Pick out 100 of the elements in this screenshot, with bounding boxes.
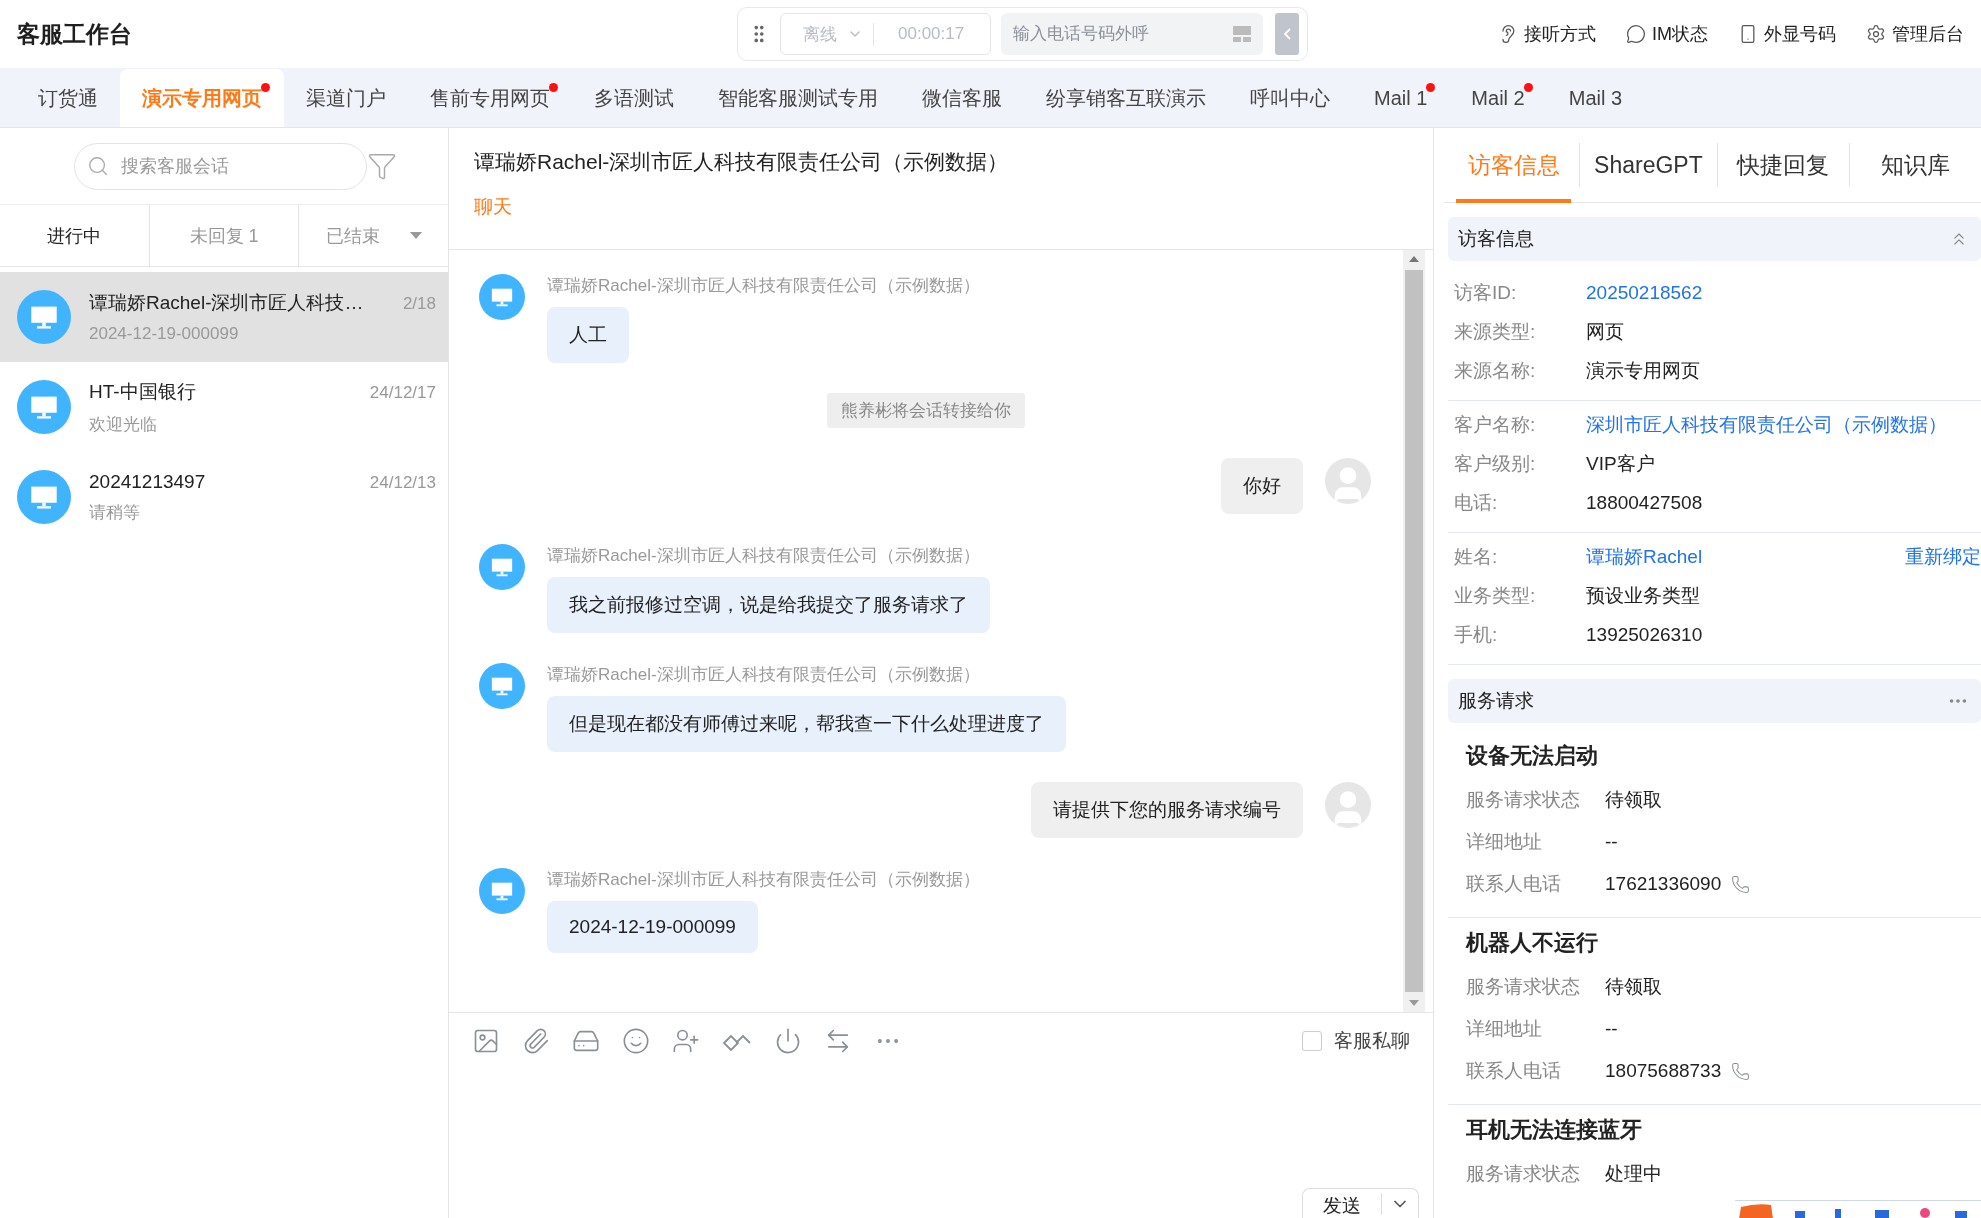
channel-tab[interactable]: 智能客服测试专用 — [696, 69, 900, 127]
message-bubble: 2024-12-19-000099 — [547, 901, 758, 953]
field-value: 网页 — [1586, 319, 1624, 344]
field-label: 客户名称: — [1454, 412, 1537, 437]
panel-tab[interactable]: 快捷回复 — [1725, 128, 1841, 203]
field-label: 手机: — [1454, 622, 1499, 647]
phone-call-icon[interactable] — [1731, 874, 1751, 894]
message-input-area[interactable]: 发送 — [449, 1068, 1433, 1218]
field-label: 业务类型: — [1454, 583, 1537, 608]
phone-call-icon[interactable] — [1731, 1061, 1751, 1081]
paperclip-icon[interactable] — [522, 1026, 550, 1055]
conversation-preview: 2024-12-19-000099 — [89, 324, 240, 344]
channel-tab[interactable]: 多语测试 — [572, 69, 696, 127]
field-value: 18800427508 — [1586, 491, 1703, 514]
channel-tab[interactable]: Mail 2 — [1449, 69, 1547, 127]
conversation-date: 2/18 — [402, 294, 436, 314]
conversation-name: 谭瑞娇Rachel-深圳市匠人科技… — [89, 291, 364, 315]
field-value: -- — [1605, 1018, 1618, 1040]
channel-tab[interactable]: 售前专用网页 — [408, 69, 572, 127]
private-chat-checkbox[interactable]: 客服私聊 — [1302, 1027, 1410, 1054]
rebind-link[interactable]: 重新绑定 — [1905, 543, 1981, 570]
field-label: 电话: — [1454, 490, 1499, 515]
channel-tab[interactable]: 微信客服 — [900, 69, 1024, 127]
section-title: 访客信息 — [1458, 227, 1534, 251]
chevron-left-icon — [1283, 28, 1291, 40]
field-label: 服务请求状态 — [1466, 788, 1581, 812]
sender-name: 谭瑞娇Rachel-深圳市匠人科技有限责任公司（示例数据） — [547, 275, 980, 297]
channel-tab[interactable]: 呼叫中心 — [1228, 69, 1352, 127]
panel-tab[interactable]: 知识库 — [1857, 128, 1973, 203]
search-field[interactable]: 搜索客服会话 — [74, 142, 367, 190]
system-notice: 熊养彬将会话转接给你 — [827, 393, 1025, 428]
field-link[interactable]: 谭瑞娇Rachel — [1586, 543, 1703, 570]
conversation-item[interactable]: 谭瑞娇Rachel-深圳市匠人科技… 2/18 2024-12-19-000099 — [0, 272, 448, 362]
agent-avatar — [1325, 458, 1371, 504]
field-value: 13925026310 — [1586, 623, 1703, 646]
field-label: 详细地址 — [1466, 1017, 1543, 1041]
app-title: 客服工作台 — [17, 19, 133, 49]
field-value: 待领取 — [1605, 788, 1662, 812]
channel-tab[interactable]: Mail 3 — [1546, 69, 1645, 127]
conversation-preview: 请稍等 — [89, 501, 141, 524]
section-title: 服务请求 — [1458, 689, 1534, 713]
filter-icon[interactable] — [367, 151, 397, 181]
header-action[interactable]: 接听方式 — [1498, 22, 1596, 46]
conversation-preview: 欢迎光临 — [89, 413, 158, 436]
field-label: 联系人电话 — [1466, 1059, 1562, 1083]
field-label: 来源名称: — [1454, 358, 1537, 383]
channel-tab[interactable]: 纷享销客互联演示 — [1024, 69, 1228, 127]
keypad-icon[interactable] — [1233, 26, 1252, 42]
field-value: 预设业务类型 — [1586, 583, 1700, 608]
scroll-up-icon[interactable] — [1409, 256, 1419, 262]
channel-tab[interactable]: Mail 1 — [1352, 69, 1450, 127]
conversation-date: 24/12/17 — [369, 382, 436, 403]
field-value: VIP客户 — [1586, 451, 1655, 476]
field-label: 姓名: — [1454, 544, 1499, 569]
header-action[interactable]: IM状态 — [1626, 22, 1708, 46]
field-label: 客户级别: — [1454, 451, 1537, 476]
message-bubble: 请提供下您的服务请求编号 — [1031, 782, 1303, 838]
conversation-name: HT-中国银行 — [89, 379, 196, 404]
agent-avatar — [1325, 782, 1371, 828]
message-bubble: 我之前报修过空调，说是给我提交了服务请求了 — [547, 577, 990, 633]
checkbox-label: 客服私聊 — [1334, 1028, 1410, 1053]
field-link[interactable]: 20250218562 — [1586, 281, 1703, 304]
phone-input-field[interactable]: 输入电话号码外呼 — [1001, 13, 1264, 55]
smile-icon[interactable] — [622, 1026, 650, 1055]
chat-bubble-icon — [1626, 24, 1646, 44]
power-icon[interactable] — [774, 1026, 802, 1055]
field-value: 17621336090 — [1605, 873, 1722, 895]
field-value: 18075688733 — [1605, 1060, 1722, 1082]
settings-icon — [1866, 24, 1886, 44]
channel-tab[interactable]: 渠道门户 — [284, 69, 408, 127]
channel-tab[interactable]: 订货通 — [16, 69, 120, 127]
request-title: 设备无法启动 — [1466, 742, 1599, 770]
conversation-date: 24/12/13 — [369, 472, 436, 493]
field-value: 演示专用网页 — [1586, 358, 1700, 383]
field-label: 来源类型: — [1454, 319, 1537, 344]
field-label: 联系人电话 — [1466, 872, 1562, 896]
chat-title: 谭瑞娇Rachel-深圳市匠人科技有限责任公司（示例数据） — [474, 149, 1010, 175]
conversation-name: 20241213497 — [89, 470, 206, 493]
message-bubble: 你好 — [1221, 458, 1303, 514]
field-link[interactable]: 深圳市匠人科技有限责任公司（示例数据） — [1586, 411, 1947, 438]
header-action[interactable]: 管理后台 — [1866, 22, 1964, 46]
field-label: 服务请求状态 — [1466, 975, 1581, 999]
send-options-button[interactable] — [1381, 1192, 1418, 1215]
sender-name: 谭瑞娇Rachel-深圳市匠人科技有限责任公司（示例数据） — [547, 869, 980, 891]
field-label: 详细地址 — [1466, 830, 1543, 854]
section-header[interactable]: 访客信息 — [1448, 217, 1981, 261]
field-value: 处理中 — [1605, 1162, 1662, 1186]
header-action[interactable]: 外显号码 — [1738, 22, 1836, 46]
request-title: 耳机无法连接蓝牙 — [1466, 1116, 1643, 1144]
field-value: 待领取 — [1605, 975, 1662, 999]
sender-name: 谭瑞娇Rachel-深圳市匠人科技有限责任公司（示例数据） — [547, 664, 980, 686]
scroll-down-icon[interactable] — [1409, 1000, 1419, 1006]
field-value: -- — [1605, 831, 1618, 853]
message-bubble: 人工 — [547, 307, 629, 363]
panel-tab[interactable]: ShareGPT — [1588, 128, 1709, 203]
sender-name: 谭瑞娇Rachel-深圳市匠人科技有限责任公司（示例数据） — [547, 545, 980, 567]
checkbox[interactable] — [1302, 1030, 1322, 1051]
scrollbar[interactable] — [1403, 250, 1425, 1012]
collapse-button[interactable] — [1275, 13, 1300, 55]
message-bubble: 但是现在都没有师傅过来呢，帮我查一下什么处理进度了 — [547, 696, 1066, 752]
